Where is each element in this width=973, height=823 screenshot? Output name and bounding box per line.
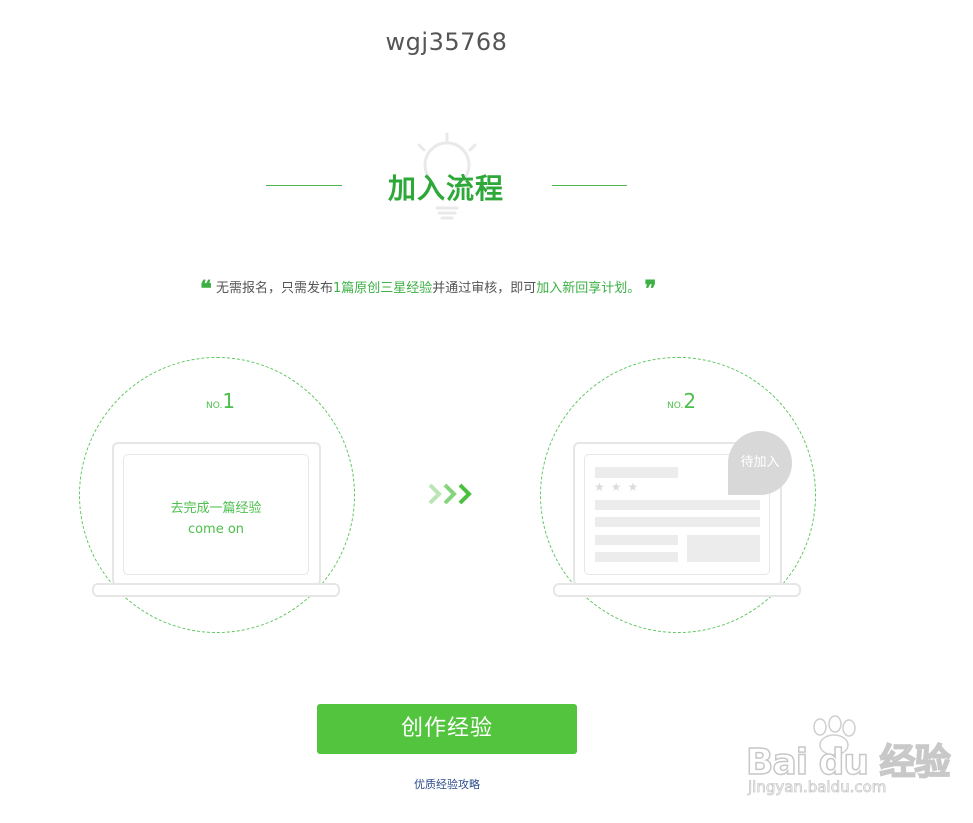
placeholder-line [595,500,760,510]
section-title: 加入流程 [387,172,504,205]
create-experience-button[interactable]: 创作经验 [317,704,577,754]
rating-stars-icon: ★★★ [594,480,645,494]
step-1-line-1: 去完成一篇经验 [170,501,262,516]
laptop-1-base [92,583,340,597]
step-no-prefix: NO. [667,401,684,411]
quote-text-1: 无需报名，只需发布 [215,281,333,296]
next-arrows-icon [428,483,472,505]
step-number: 1 [222,389,236,413]
title-divider-left [266,185,342,186]
title-divider-right [552,185,627,186]
placeholder-line [595,535,678,545]
placeholder-image [687,535,760,562]
placeholder-line [595,517,760,527]
step-1-label: NO.1 [206,389,235,413]
step-1-text: 去完成一篇经验 come on [123,498,309,540]
watermark-url: jingyan.baidu.com [748,778,887,797]
step-1-line-2: come on [187,522,245,537]
quote-highlight-2: 加入新回享计划。 [536,281,641,296]
username-heading: wgj35768 [385,28,508,56]
quality-guide-link[interactable]: 优质经验攻略 [317,776,577,792]
laptop-2-base [553,583,801,597]
placeholder-title-bar [595,467,678,478]
close-quote-icon: ❞ [644,276,657,302]
placeholder-line [595,552,678,562]
quote-highlight-1: 1篇原创三星经验 [333,281,433,296]
step-no-prefix: NO. [206,401,223,411]
step-number: 2 [683,389,697,413]
intro-quote: ❝ 无需报名，只需发布1篇原创三星经验并通过审核，即可加入新回享计划。 ❞ [200,276,656,302]
pending-badge: 待加入 [728,431,792,495]
quote-text-2: 并通过审核，即可 [432,281,537,296]
step-2-label: NO.2 [667,389,696,413]
open-quote-icon: ❝ [200,276,212,302]
